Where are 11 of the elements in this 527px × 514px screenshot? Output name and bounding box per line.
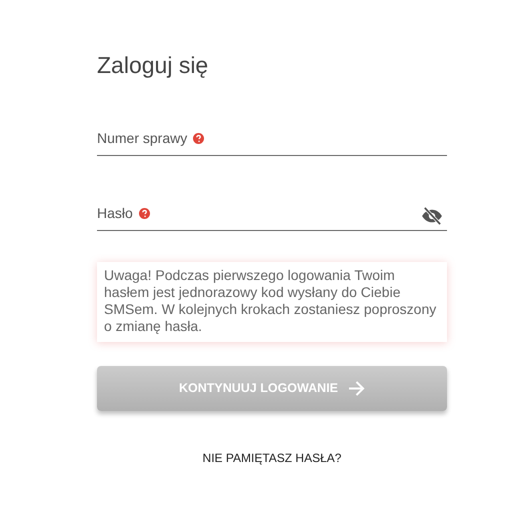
notice-text: Uwaga! Podczas pierwszego logowania Twoim hasłem jest jednorazowy kod wysłany do Ciebie SMSem. W kolejnych krokach zostaniesz poproszony o zmianę hasła. (97, 262, 447, 342)
forgot-password-link[interactable]: NIE PAMIĘTASZ HASŁA? (97, 448, 447, 467)
field-label: Hasło (97, 204, 133, 223)
field-label: Numer sprawy (97, 128, 188, 148)
help-icon[interactable] (138, 208, 150, 219)
hide-password-icon[interactable] (421, 204, 443, 222)
page-title: Zaloguj się (97, 52, 210, 80)
help-icon[interactable] (193, 132, 204, 144)
input-field[interactable]: Hasło (97, 196, 447, 231)
input-field[interactable]: Numer sprawy (97, 122, 447, 156)
arrow-right-icon (348, 380, 366, 396)
